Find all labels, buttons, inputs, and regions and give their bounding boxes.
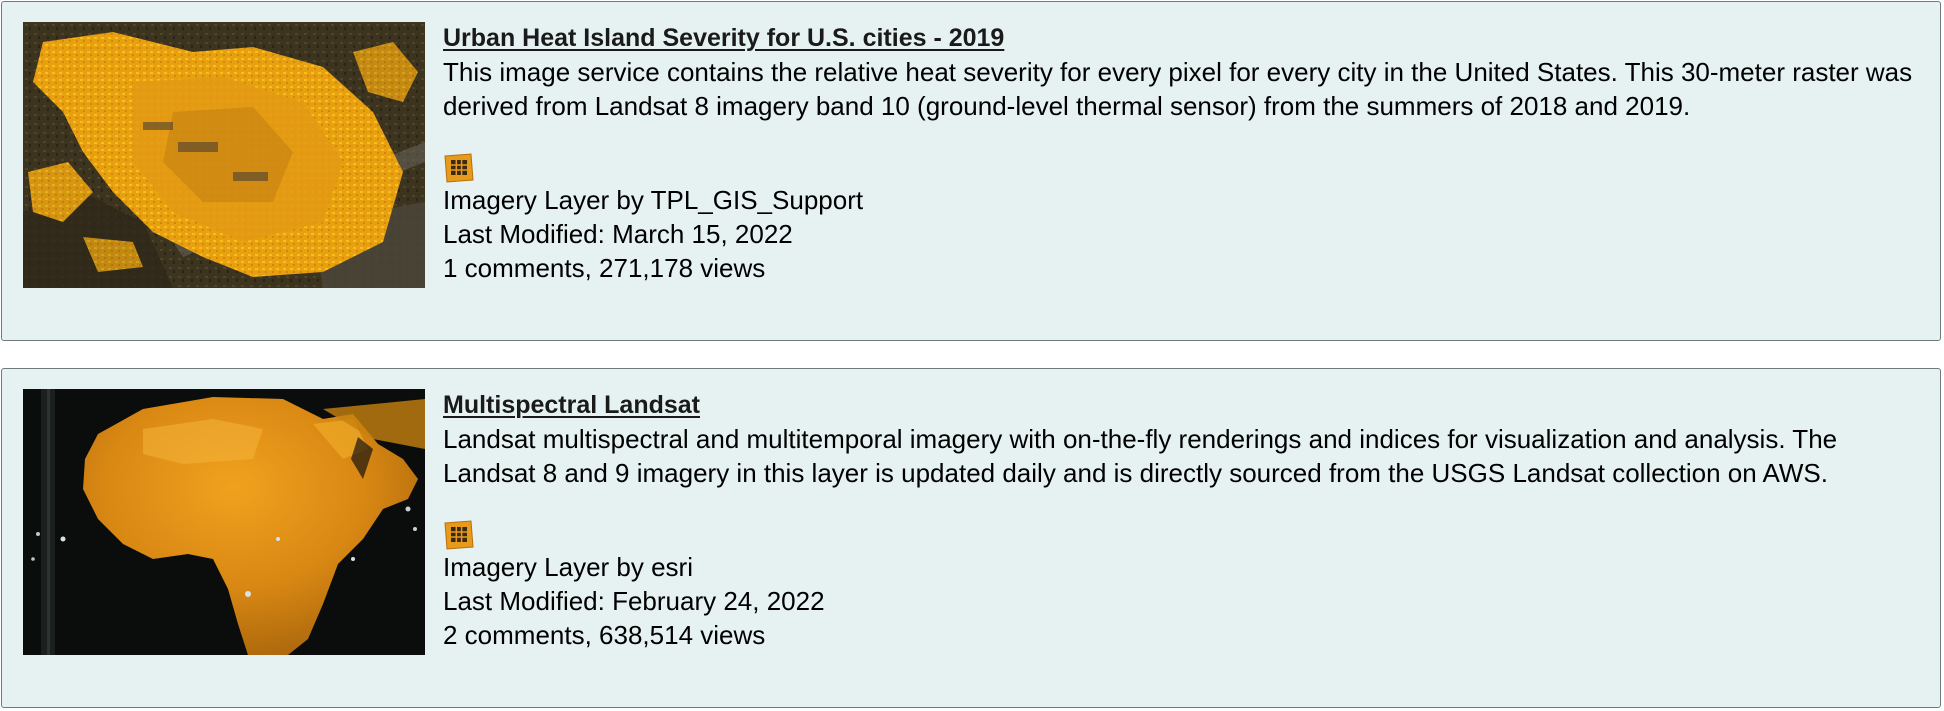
result-card: Urban Heat Island Severity for U.S. citi… xyxy=(1,1,1941,341)
item-type-owner: Imagery Layer by esri xyxy=(443,552,693,582)
item-info: Urban Heat Island Severity for U.S. citi… xyxy=(443,22,1918,285)
result-card: Multispectral Landsat Landsat multispect… xyxy=(1,368,1941,708)
item-info: Multispectral Landsat Landsat multispect… xyxy=(443,389,1918,652)
item-stats: 1 comments, 271,178 views xyxy=(443,253,766,283)
heat-island-thumbnail-image xyxy=(23,22,425,288)
item-thumbnail[interactable] xyxy=(23,22,425,288)
item-last-modified: Last Modified: March 15, 2022 xyxy=(443,219,793,249)
item-stats: 2 comments, 638,514 views xyxy=(443,620,766,650)
africa-landsat-thumbnail-image xyxy=(23,389,425,655)
item-title-link[interactable]: Urban Heat Island Severity for U.S. citi… xyxy=(443,22,1011,55)
imagery-layer-icon xyxy=(443,153,475,183)
item-description: This image service contains the relative… xyxy=(443,57,1913,121)
imagery-layer-icon xyxy=(443,520,475,550)
item-last-modified: Last Modified: February 24, 2022 xyxy=(443,586,825,616)
item-title-link[interactable]: Multispectral Landsat xyxy=(443,389,707,422)
item-thumbnail[interactable] xyxy=(23,389,425,655)
item-description: Landsat multispectral and multitemporal … xyxy=(443,424,1838,488)
item-type-owner: Imagery Layer by TPL_GIS_Support xyxy=(443,185,864,215)
